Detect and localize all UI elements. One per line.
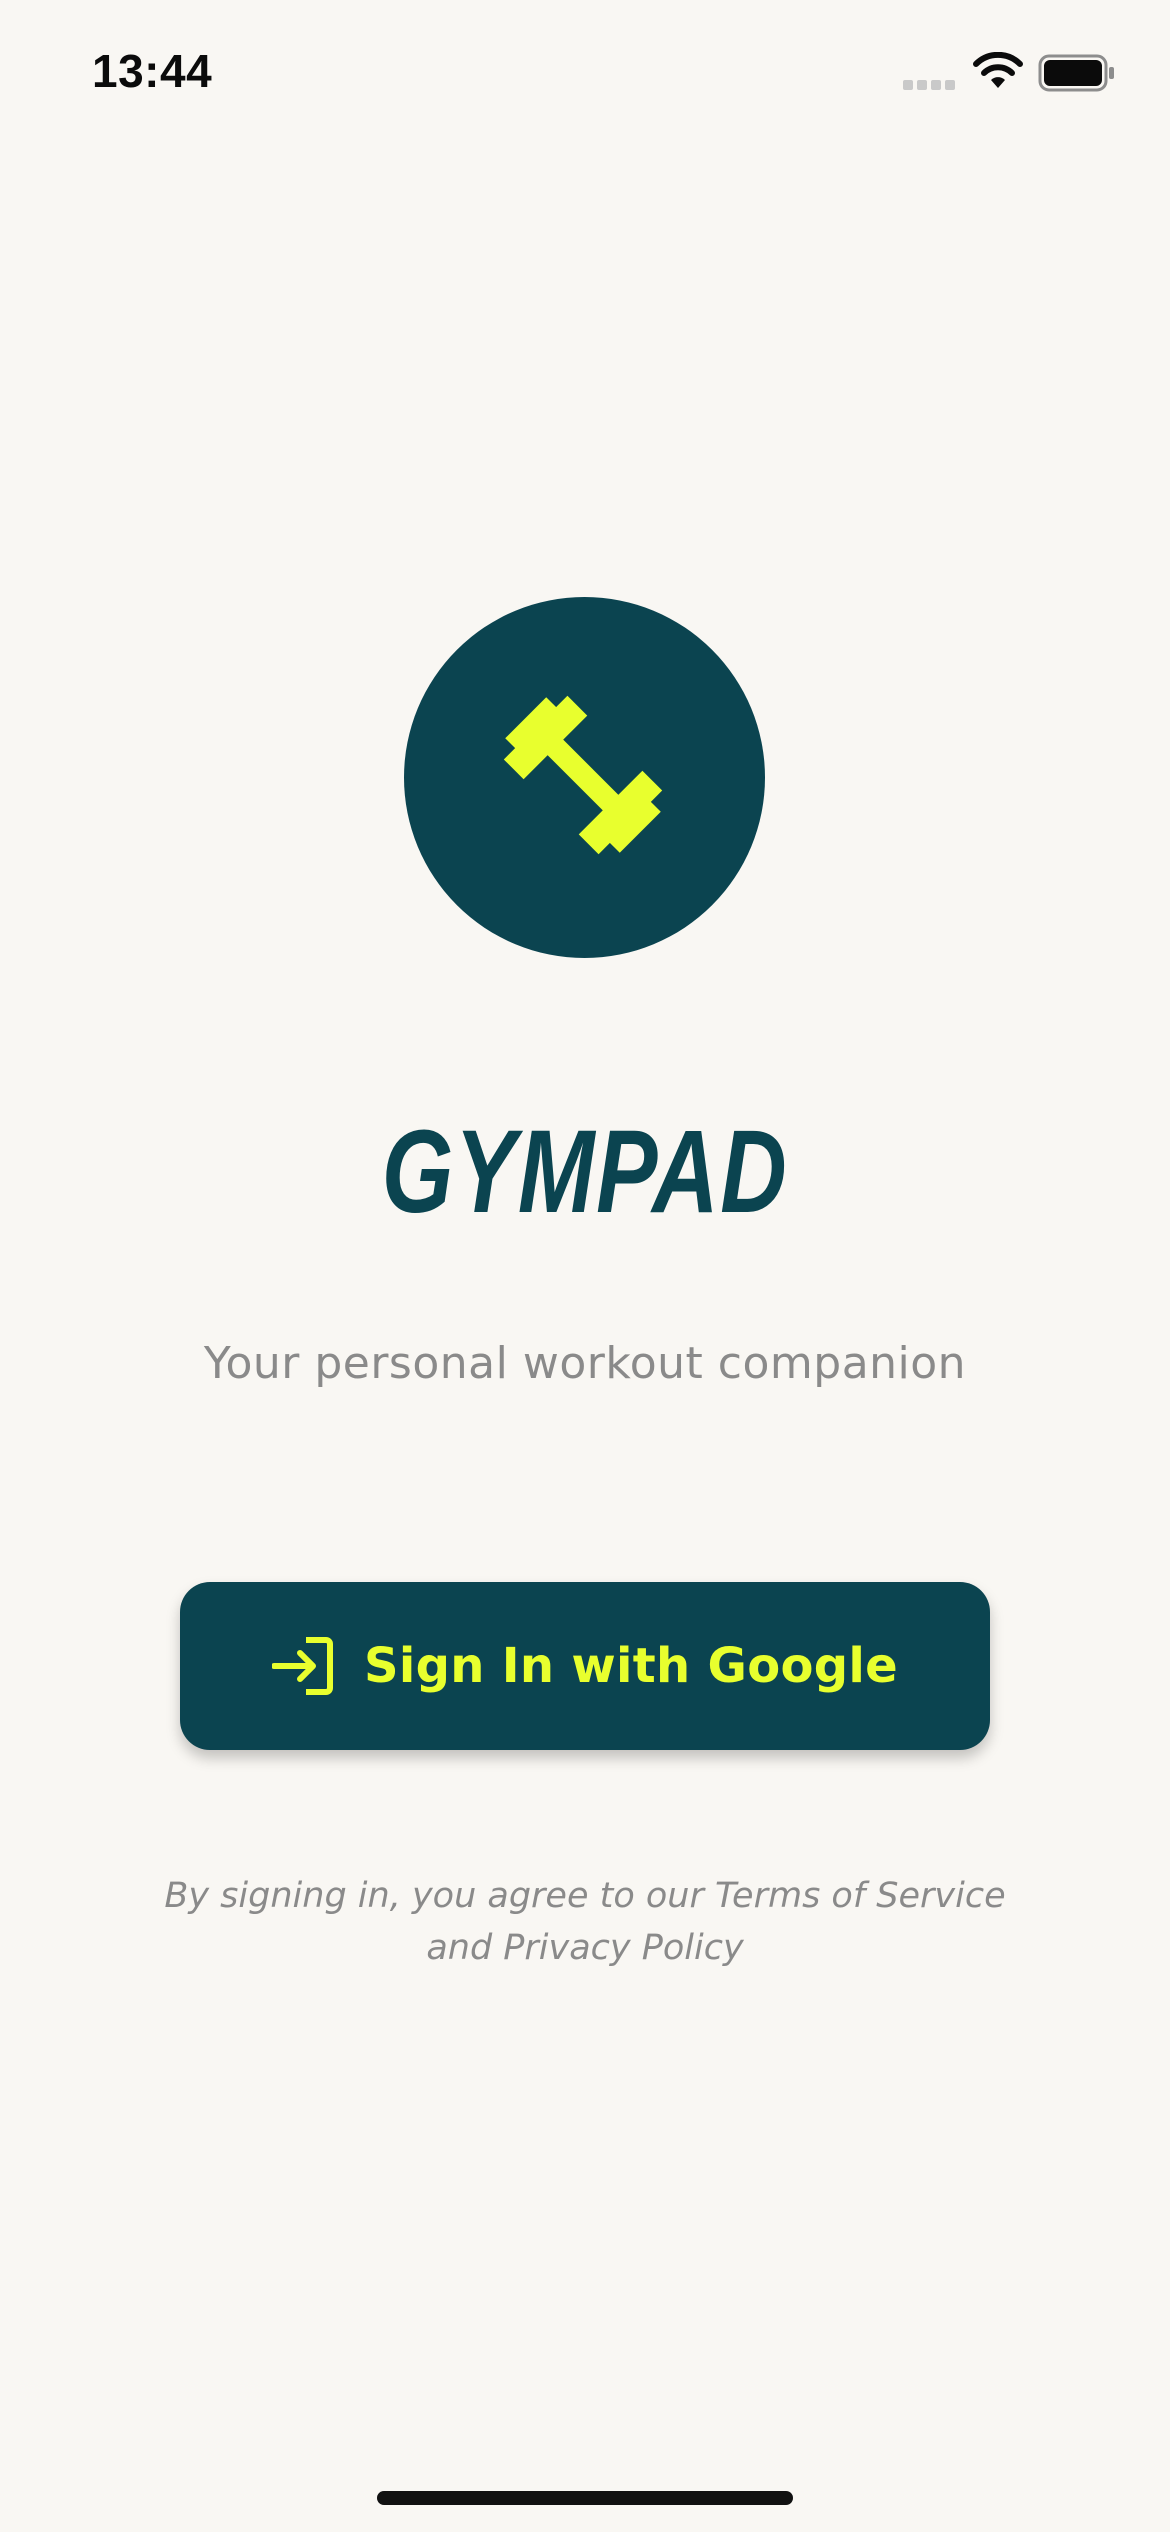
- app-title: GYMPAD: [381, 1106, 789, 1238]
- login-arrow-icon: [271, 1637, 333, 1695]
- status-bar: 13:44: [0, 0, 1170, 140]
- sign-in-label: Sign In with Google: [363, 1638, 899, 1694]
- legal-notice: By signing in, you agree to our Terms of…: [140, 1870, 1030, 1974]
- legal-line-1: By signing in, you agree to our Terms of…: [164, 1876, 1006, 1916]
- wifi-icon: [973, 52, 1023, 88]
- cellular-signal-icon: [903, 80, 955, 90]
- app-tagline: Your personal workout companion: [203, 1338, 967, 1389]
- dumbbell-icon: [503, 695, 663, 855]
- battery-icon: [1038, 54, 1114, 92]
- status-time: 13:44: [92, 45, 213, 97]
- legal-line-2: and Privacy Policy: [426, 1928, 744, 1968]
- sign-in-with-google-button[interactable]: Sign In with Google: [180, 1582, 990, 1750]
- home-indicator[interactable]: [377, 2491, 793, 2505]
